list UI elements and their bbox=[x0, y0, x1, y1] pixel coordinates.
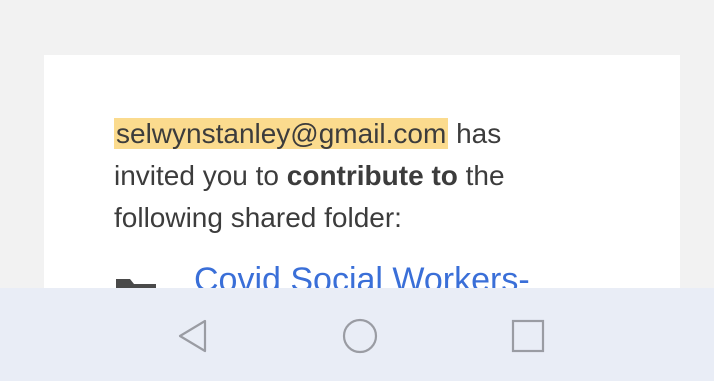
back-button[interactable] bbox=[172, 318, 212, 358]
message-text-has: has bbox=[448, 118, 502, 149]
sender-email[interactable]: selwynstanley@gmail.com bbox=[114, 118, 449, 149]
email-view: selwynstanley@gmail.com has invited you … bbox=[0, 0, 714, 381]
message-line2-prefix: invited you to bbox=[114, 160, 287, 191]
message-line2-suffix: the bbox=[457, 160, 505, 191]
triangle-back-icon bbox=[175, 318, 209, 359]
recents-button[interactable] bbox=[508, 318, 548, 358]
circle-home-icon bbox=[341, 317, 379, 360]
square-recents-icon bbox=[510, 318, 546, 359]
message-line2-bold: contribute to bbox=[286, 160, 458, 191]
home-button[interactable] bbox=[340, 318, 380, 358]
invite-message: selwynstanley@gmail.com has invited you … bbox=[114, 113, 634, 239]
android-navigation-bar bbox=[0, 288, 714, 381]
message-line3: following shared folder: bbox=[114, 202, 402, 233]
